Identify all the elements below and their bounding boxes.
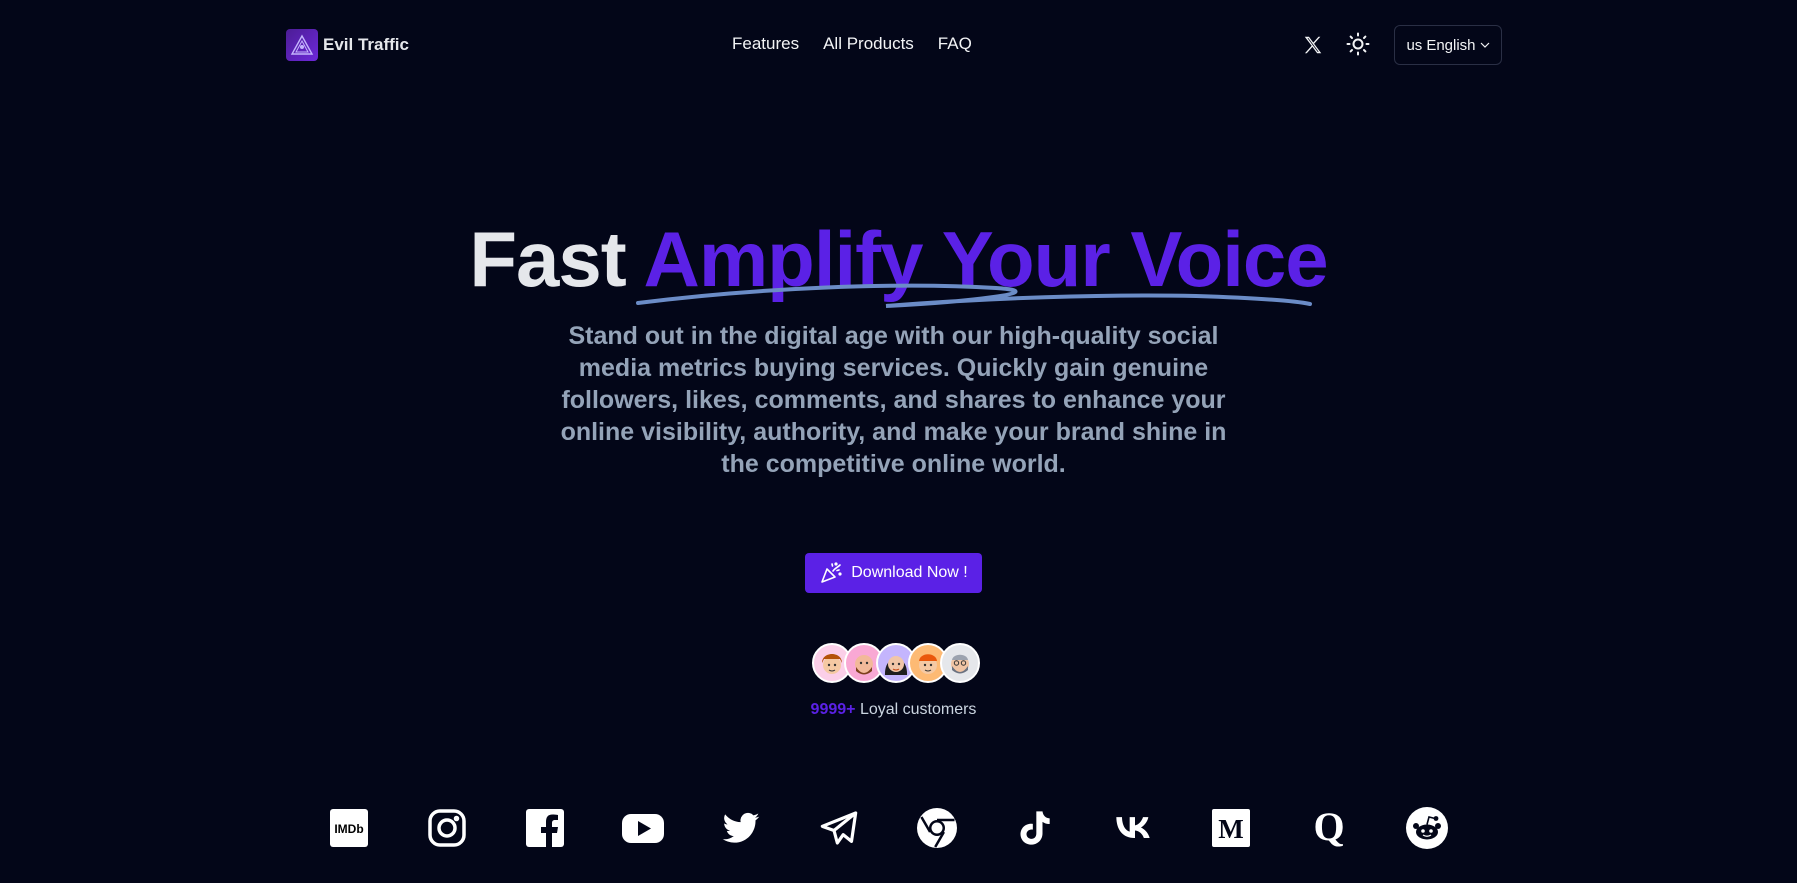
customers-count: 9999+: [810, 701, 856, 718]
chevron-down-icon: [1480, 42, 1489, 48]
medium-icon[interactable]: M: [1208, 805, 1254, 851]
brand-logo-link[interactable]: Evil Traffic: [286, 29, 409, 61]
customer-avatars: [812, 643, 980, 683]
site-header: Evil Traffic Features All Products FAQ u…: [0, 0, 1797, 90]
party-popper-icon: [821, 562, 842, 583]
imdb-icon[interactable]: IMDb: [326, 805, 372, 851]
nav-all-products[interactable]: All Products: [823, 34, 914, 54]
language-label: English: [1426, 36, 1476, 54]
avatar: [940, 643, 980, 683]
nav-faq[interactable]: FAQ: [938, 34, 972, 54]
chrome-icon[interactable]: [914, 805, 960, 851]
illuminati-logo-icon: [286, 29, 318, 61]
svg-text:IMDb: IMDb: [334, 822, 363, 836]
customers-counter: 9999+ Loyal customers: [0, 701, 1787, 719]
language-select[interactable]: us English: [1394, 25, 1502, 65]
svg-text:M: M: [1218, 814, 1243, 844]
brand-name: Evil Traffic: [323, 35, 409, 54]
platform-strip: IMDb M Q: [326, 805, 1450, 851]
download-now-button[interactable]: Download Now !: [805, 553, 982, 593]
telegram-icon[interactable]: [816, 805, 862, 851]
scribble-underline: [636, 283, 1312, 308]
main-nav: Features All Products FAQ: [732, 34, 972, 54]
vk-icon[interactable]: [1110, 805, 1156, 851]
youtube-icon[interactable]: [620, 805, 666, 851]
customers-label: Loyal customers: [859, 701, 977, 718]
tiktok-icon[interactable]: [1012, 805, 1058, 851]
twitter-icon[interactable]: [718, 805, 764, 851]
svg-text:Q: Q: [1313, 807, 1344, 849]
sun-icon[interactable]: [1346, 32, 1370, 56]
x-social-icon[interactable]: [1302, 34, 1324, 56]
reddit-icon[interactable]: [1404, 805, 1450, 851]
flag-label: us: [1406, 36, 1423, 54]
download-now-label: Download Now !: [851, 564, 968, 581]
quora-icon[interactable]: Q: [1306, 805, 1352, 851]
facebook-icon[interactable]: [522, 805, 568, 851]
hero-subtitle: Stand out in the digital age with our hi…: [560, 322, 1227, 478]
nav-features[interactable]: Features: [732, 34, 799, 54]
hero-title-plain: Fast: [469, 215, 626, 303]
instagram-icon[interactable]: [424, 805, 470, 851]
